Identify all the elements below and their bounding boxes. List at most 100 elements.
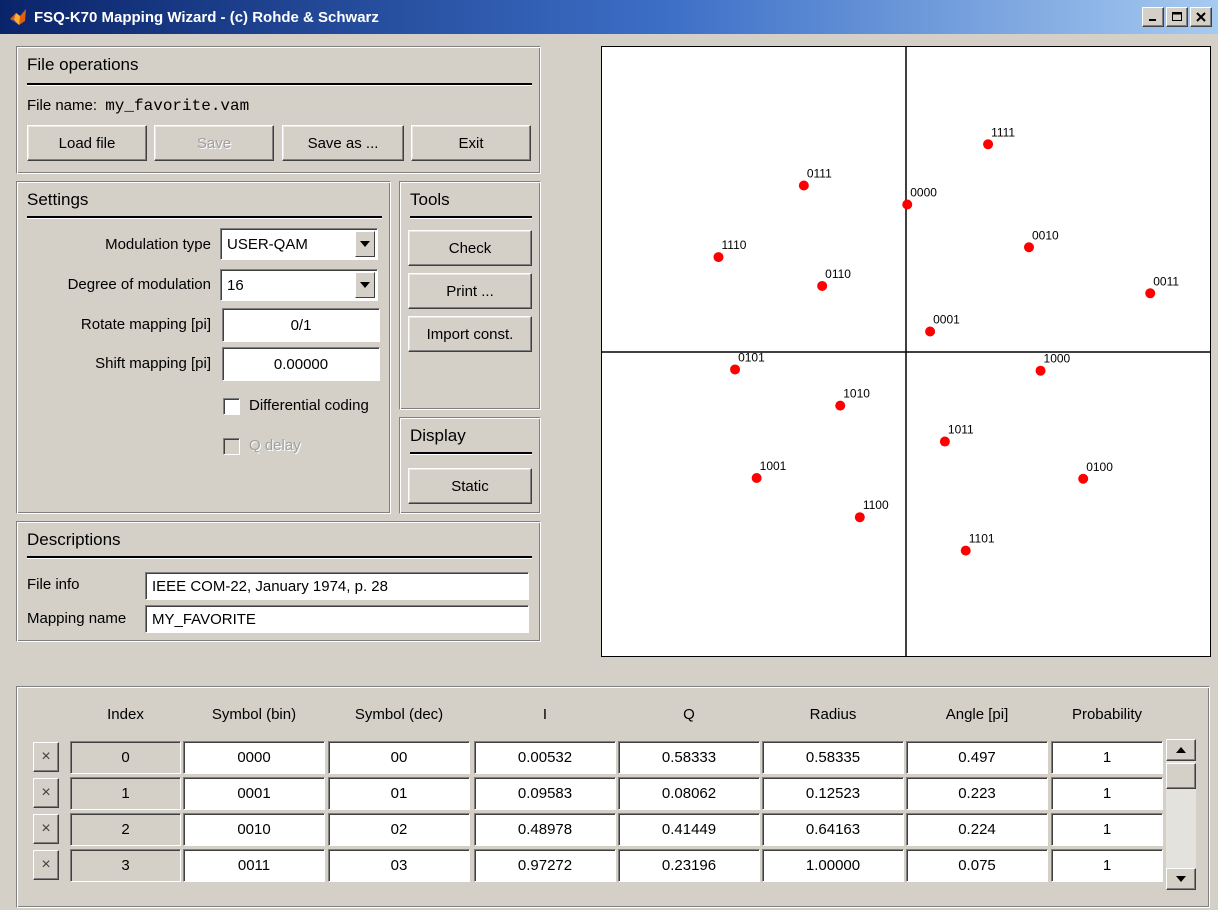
table-cell[interactable]: 01 bbox=[328, 777, 470, 810]
constellation-point-1111[interactable] bbox=[983, 139, 994, 150]
modulation-type-label: Modulation type bbox=[105, 236, 211, 253]
exit-button[interactable]: Exit bbox=[411, 125, 531, 161]
file-name-label: File name: my_favorite.vam bbox=[27, 97, 250, 115]
constellation-point-label: 1001 bbox=[760, 459, 787, 473]
save-button[interactable]: Save bbox=[154, 125, 274, 161]
constellation-point-0111[interactable] bbox=[798, 180, 809, 191]
table-cell[interactable]: 0.97272 bbox=[474, 849, 616, 882]
table-cell[interactable]: 0.48978 bbox=[474, 813, 616, 846]
constellation-point-1100[interactable] bbox=[854, 512, 865, 523]
constellation-point-0010[interactable] bbox=[1023, 242, 1034, 253]
file-operations-rule bbox=[27, 83, 532, 86]
constellation-point-1001[interactable] bbox=[751, 472, 762, 483]
close-button[interactable] bbox=[1190, 7, 1212, 27]
table-scrollbar-thumb[interactable] bbox=[1166, 763, 1196, 789]
table-cell[interactable]: 00 bbox=[328, 741, 470, 774]
constellation-point-label: 1011 bbox=[948, 423, 974, 437]
column-header: Angle [pi] bbox=[945, 706, 1009, 723]
table-cell[interactable]: 0.075 bbox=[906, 849, 1048, 882]
constellation-point-0001[interactable] bbox=[925, 326, 936, 337]
constellation-svg[interactable]: 0000 0001 0010 0011 0100 0101 0110 0111 1000 1001… bbox=[602, 47, 1210, 656]
shift-mapping-input[interactable]: 0.00000 bbox=[222, 347, 380, 381]
table-cell[interactable]: 0011 bbox=[183, 849, 325, 882]
scroll-up-button[interactable] bbox=[1166, 739, 1196, 761]
display-title: Display bbox=[410, 426, 466, 445]
minimize-button[interactable] bbox=[1142, 7, 1164, 27]
modulation-type-value: USER-QAM bbox=[227, 235, 308, 253]
table-cell[interactable]: 0.497 bbox=[906, 741, 1048, 774]
table-cell[interactable]: 0001 bbox=[183, 777, 325, 810]
table-cell[interactable]: 0.58333 bbox=[618, 741, 760, 774]
constellation-point-label: 0010 bbox=[1032, 228, 1059, 242]
delete-row-button[interactable]: × bbox=[33, 850, 59, 880]
table-cell[interactable]: 0.08062 bbox=[618, 777, 760, 810]
table-cell[interactable]: 0.58335 bbox=[762, 741, 904, 774]
constellation-point-0100[interactable] bbox=[1078, 473, 1089, 484]
load-file-button[interactable]: Load file bbox=[27, 125, 147, 161]
modulation-type-select[interactable]: USER-QAM bbox=[220, 228, 378, 260]
constellation-point-1101[interactable] bbox=[960, 545, 971, 556]
table-cell[interactable]: 0.223 bbox=[906, 777, 1048, 810]
delete-row-button[interactable]: × bbox=[33, 814, 59, 844]
rotate-mapping-input[interactable]: 0/1 bbox=[222, 308, 380, 342]
check-button[interactable]: Check bbox=[408, 230, 532, 266]
constellation-point-1110[interactable] bbox=[713, 252, 724, 263]
constellation-point-0101[interactable] bbox=[730, 364, 741, 375]
table-cell[interactable]: 0.09583 bbox=[474, 777, 616, 810]
constellation-point-1011[interactable] bbox=[939, 436, 950, 447]
chevron-down-icon bbox=[360, 241, 370, 247]
constellation-point-0110[interactable] bbox=[817, 280, 828, 291]
table-cell[interactable]: 1 bbox=[1051, 849, 1163, 882]
degree-of-modulation-value: 16 bbox=[227, 276, 244, 294]
table-cell[interactable]: 03 bbox=[328, 849, 470, 882]
degree-of-modulation-select[interactable]: 16 bbox=[220, 269, 378, 301]
table-cell[interactable]: 0.224 bbox=[906, 813, 1048, 846]
constellation-point-0011[interactable] bbox=[1145, 288, 1156, 299]
table-cell[interactable]: 0.12523 bbox=[762, 777, 904, 810]
table-cell[interactable]: 1 bbox=[1051, 777, 1163, 810]
table-cell[interactable]: 0.64163 bbox=[762, 813, 904, 846]
mapping-name-input[interactable]: MY_FAVORITE bbox=[145, 605, 529, 633]
table-cell[interactable]: 0.23196 bbox=[618, 849, 760, 882]
file-info-input[interactable]: IEEE COM-22, January 1974, p. 28 bbox=[145, 572, 529, 600]
delete-row-button[interactable]: × bbox=[33, 778, 59, 808]
constellation-point-0000[interactable] bbox=[902, 199, 913, 210]
q-delay-checkbox[interactable] bbox=[223, 438, 240, 455]
differential-coding-checkbox[interactable] bbox=[223, 398, 240, 415]
table-cell[interactable]: 1 bbox=[1051, 813, 1163, 846]
tools-title: Tools bbox=[410, 190, 450, 209]
file-operations-title: File operations bbox=[27, 55, 139, 74]
static-button[interactable]: Static bbox=[408, 468, 532, 504]
table-cell[interactable]: 1 bbox=[1051, 741, 1163, 774]
table-cell[interactable]: 0.41449 bbox=[618, 813, 760, 846]
display-panel: Display Static bbox=[399, 417, 541, 514]
file-name-value: my_favorite.vam bbox=[105, 97, 250, 115]
mapping-name-label: Mapping name bbox=[27, 610, 127, 627]
table-cell[interactable]: 0010 bbox=[183, 813, 325, 846]
window-title: FSQ-K70 Mapping Wizard - (c) Rohde & Sch… bbox=[34, 8, 379, 26]
save-as-button[interactable]: Save as ... bbox=[282, 125, 404, 161]
constellation-points: 0000 0001 0010 0011 0100 0101 0110 0111 1000 1001… bbox=[713, 125, 1179, 556]
import-constellation-button[interactable]: Import const. bbox=[408, 316, 532, 352]
constellation-plot[interactable]: 0000 0001 0010 0011 0100 0101 0110 0111 1000 1001… bbox=[601, 46, 1211, 657]
scroll-down-button[interactable] bbox=[1166, 868, 1196, 890]
column-header: Probability bbox=[1071, 706, 1143, 723]
table-cell[interactable]: 0000 bbox=[183, 741, 325, 774]
table-cell[interactable]: 0.00532 bbox=[474, 741, 616, 774]
constellation-point-label: 1111 bbox=[991, 125, 1015, 139]
table-index-cell: 1 bbox=[70, 777, 181, 810]
maximize-button[interactable] bbox=[1166, 7, 1188, 27]
constellation-point-label: 0000 bbox=[910, 186, 937, 200]
degree-dropdown-button[interactable] bbox=[355, 272, 375, 298]
delete-row-button[interactable]: × bbox=[33, 742, 59, 772]
table-cell[interactable]: 02 bbox=[328, 813, 470, 846]
print-button[interactable]: Print ... bbox=[408, 273, 532, 309]
constellation-point-1000[interactable] bbox=[1035, 365, 1046, 376]
modulation-type-dropdown-button[interactable] bbox=[355, 231, 375, 257]
tools-rule bbox=[410, 216, 532, 219]
table-cell[interactable]: 1.00000 bbox=[762, 849, 904, 882]
column-header: Symbol (dec) bbox=[354, 706, 444, 723]
constellation-point-label: 1010 bbox=[843, 387, 870, 401]
constellation-point-1010[interactable] bbox=[835, 400, 846, 411]
rotate-mapping-label: Rotate mapping [pi] bbox=[80, 316, 211, 333]
